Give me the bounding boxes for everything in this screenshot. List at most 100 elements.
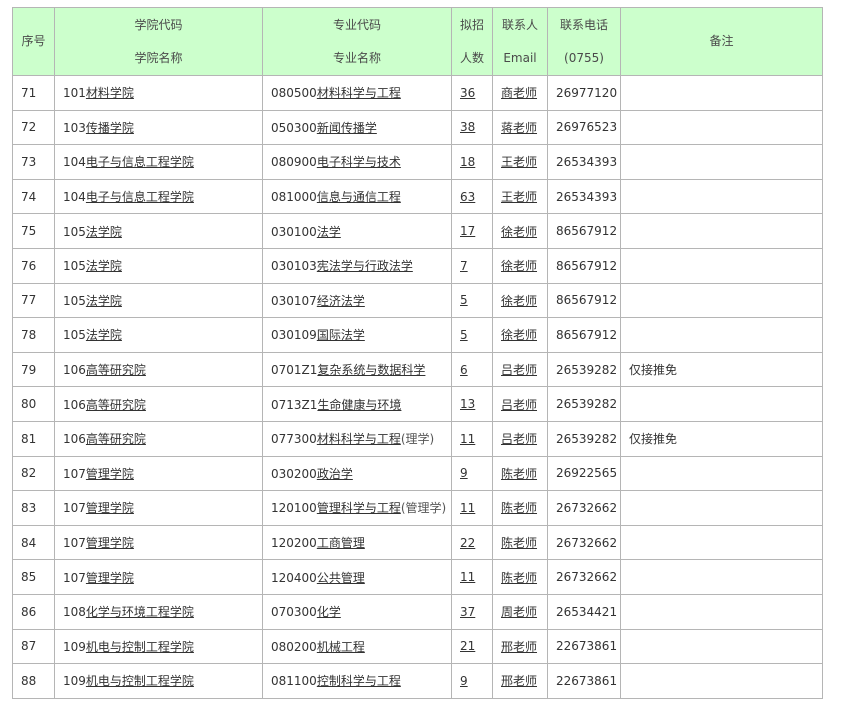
- contact-email-link[interactable]: 陈老师: [501, 571, 537, 585]
- college-name-link[interactable]: 管理学院: [86, 536, 134, 550]
- quota-link[interactable]: 36: [460, 86, 475, 100]
- contact-email-link[interactable]: 吕老师: [501, 363, 537, 377]
- college-name-link[interactable]: 法学院: [86, 259, 122, 273]
- major-name-link[interactable]: 电子科学与技术: [317, 155, 401, 169]
- quota-link[interactable]: 9: [460, 466, 468, 480]
- college-code: 107: [63, 536, 86, 551]
- college-name-link[interactable]: 管理学院: [86, 501, 134, 515]
- contact-email-link[interactable]: 商老师: [501, 86, 537, 100]
- cell-major: 120400公共管理: [262, 559, 452, 595]
- college-name-link[interactable]: 管理学院: [86, 467, 134, 481]
- quota-link[interactable]: 11: [460, 432, 475, 446]
- college-code: 105: [63, 224, 86, 239]
- contact-email-link[interactable]: 徐老师: [501, 259, 537, 273]
- major-name-link[interactable]: 新闻传播学: [317, 121, 377, 135]
- quota-link[interactable]: 17: [460, 224, 475, 238]
- quota-link[interactable]: 21: [460, 639, 475, 653]
- contact-email-link[interactable]: 蒋老师: [501, 121, 537, 135]
- quota-link[interactable]: 13: [460, 397, 475, 411]
- cell-contact: 陈老师: [492, 455, 548, 492]
- quota-link[interactable]: 5: [460, 328, 468, 342]
- quota-link[interactable]: 38: [460, 120, 475, 134]
- major-name-link[interactable]: 法学: [317, 225, 341, 239]
- contact-email-link[interactable]: 王老师: [501, 190, 537, 204]
- college-code: 109: [63, 674, 86, 689]
- cell-contact: 陈老师: [492, 524, 548, 561]
- major-name-link[interactable]: 公共管理: [317, 571, 365, 585]
- college-name-link[interactable]: 电子与信息工程学院: [86, 190, 194, 204]
- cell-seq: 82: [12, 455, 55, 492]
- major-name-link[interactable]: 经济法学: [317, 294, 365, 308]
- major-name-link[interactable]: 国际法学: [317, 328, 365, 342]
- college-name-link[interactable]: 传播学院: [86, 121, 134, 135]
- quota-link[interactable]: 63: [460, 190, 475, 204]
- college-name-link[interactable]: 机电与控制工程学院: [86, 640, 194, 654]
- cell-quota: 11: [451, 420, 493, 457]
- major-code: 120100: [271, 501, 317, 516]
- header-quota: 拟招 人数: [451, 7, 493, 76]
- major-name-link[interactable]: 工商管理: [317, 536, 365, 550]
- college-name-link[interactable]: 化学与环境工程学院: [86, 605, 194, 619]
- contact-email-link[interactable]: 陈老师: [501, 536, 537, 550]
- cell-seq: 75: [12, 213, 55, 249]
- college-name-link[interactable]: 材料学院: [86, 86, 134, 100]
- college-name-link[interactable]: 高等研究院: [86, 398, 146, 412]
- table-row: 84 107管理学院 120200工商管理 22 陈老师 26732662: [12, 524, 823, 561]
- quota-link[interactable]: 18: [460, 155, 475, 169]
- quota-link[interactable]: 11: [460, 501, 475, 515]
- quota-link[interactable]: 11: [460, 570, 475, 584]
- college-name-link[interactable]: 法学院: [86, 328, 122, 342]
- college-code: 105: [63, 259, 86, 274]
- major-name-link[interactable]: 生命健康与环境: [317, 398, 401, 412]
- contact-email-link[interactable]: 陈老师: [501, 501, 537, 515]
- contact-email-link[interactable]: 徐老师: [501, 294, 537, 308]
- contact-email-link[interactable]: 陈老师: [501, 467, 537, 481]
- contact-email-link[interactable]: 王老师: [501, 155, 537, 169]
- cell-remark: [620, 490, 823, 526]
- quota-link[interactable]: 5: [460, 293, 468, 307]
- college-name-link[interactable]: 电子与信息工程学院: [86, 155, 194, 169]
- college-name-link[interactable]: 法学院: [86, 225, 122, 239]
- contact-email-link[interactable]: 邢老师: [501, 640, 537, 654]
- quota-link[interactable]: 9: [460, 674, 468, 688]
- college-code: 104: [63, 155, 86, 170]
- major-name-link[interactable]: 机械工程: [317, 640, 365, 654]
- quota-link[interactable]: 7: [460, 259, 468, 273]
- cell-major: 030107经济法学: [262, 282, 452, 319]
- cell-remark: [620, 75, 823, 111]
- contact-email-link[interactable]: 邢老师: [501, 674, 537, 688]
- college-name-link[interactable]: 高等研究院: [86, 363, 146, 377]
- contact-email-link[interactable]: 吕老师: [501, 432, 537, 446]
- major-name-link[interactable]: 材料科学与工程: [317, 86, 401, 100]
- major-name-link[interactable]: 宪法学与行政法学: [317, 259, 413, 273]
- table-row: 71 101材料学院 080500材料科学与工程 36 商老师 26977120: [12, 75, 823, 111]
- cell-college: 101材料学院: [54, 75, 263, 111]
- cell-phone: 26539282: [547, 351, 621, 388]
- college-name-link[interactable]: 管理学院: [86, 571, 134, 585]
- cell-remark: [620, 559, 823, 595]
- college-code: 107: [63, 466, 86, 481]
- cell-remark: [620, 524, 823, 561]
- cell-contact: 徐老师: [492, 213, 548, 249]
- quota-link[interactable]: 6: [460, 363, 468, 377]
- major-name-link[interactable]: 化学: [317, 605, 341, 619]
- major-name-link[interactable]: 材料科学与工程: [317, 432, 401, 446]
- cell-phone: 86567912: [547, 213, 621, 249]
- major-name-link[interactable]: 复杂系统与数据科学: [317, 363, 425, 377]
- major-name-link[interactable]: 管理科学与工程: [317, 501, 401, 515]
- major-name-link[interactable]: 信息与通信工程: [317, 190, 401, 204]
- major-name-link[interactable]: 政治学: [317, 467, 353, 481]
- contact-email-link[interactable]: 周老师: [501, 605, 537, 619]
- contact-email-link[interactable]: 徐老师: [501, 225, 537, 239]
- quota-link[interactable]: 22: [460, 536, 475, 550]
- quota-link[interactable]: 37: [460, 605, 475, 619]
- college-name-link[interactable]: 法学院: [86, 294, 122, 308]
- college-name-link[interactable]: 机电与控制工程学院: [86, 674, 194, 688]
- college-name-link[interactable]: 高等研究院: [86, 432, 146, 446]
- major-name-link[interactable]: 控制科学与工程: [317, 674, 401, 688]
- contact-email-link[interactable]: 徐老师: [501, 328, 537, 342]
- cell-phone: 26922565: [547, 455, 621, 492]
- table-row: 79 106高等研究院 0701Z1复杂系统与数据科学 6 吕老师 26539282 仅接推…: [12, 351, 823, 388]
- contact-email-link[interactable]: 吕老师: [501, 398, 537, 412]
- college-code: 105: [63, 328, 86, 343]
